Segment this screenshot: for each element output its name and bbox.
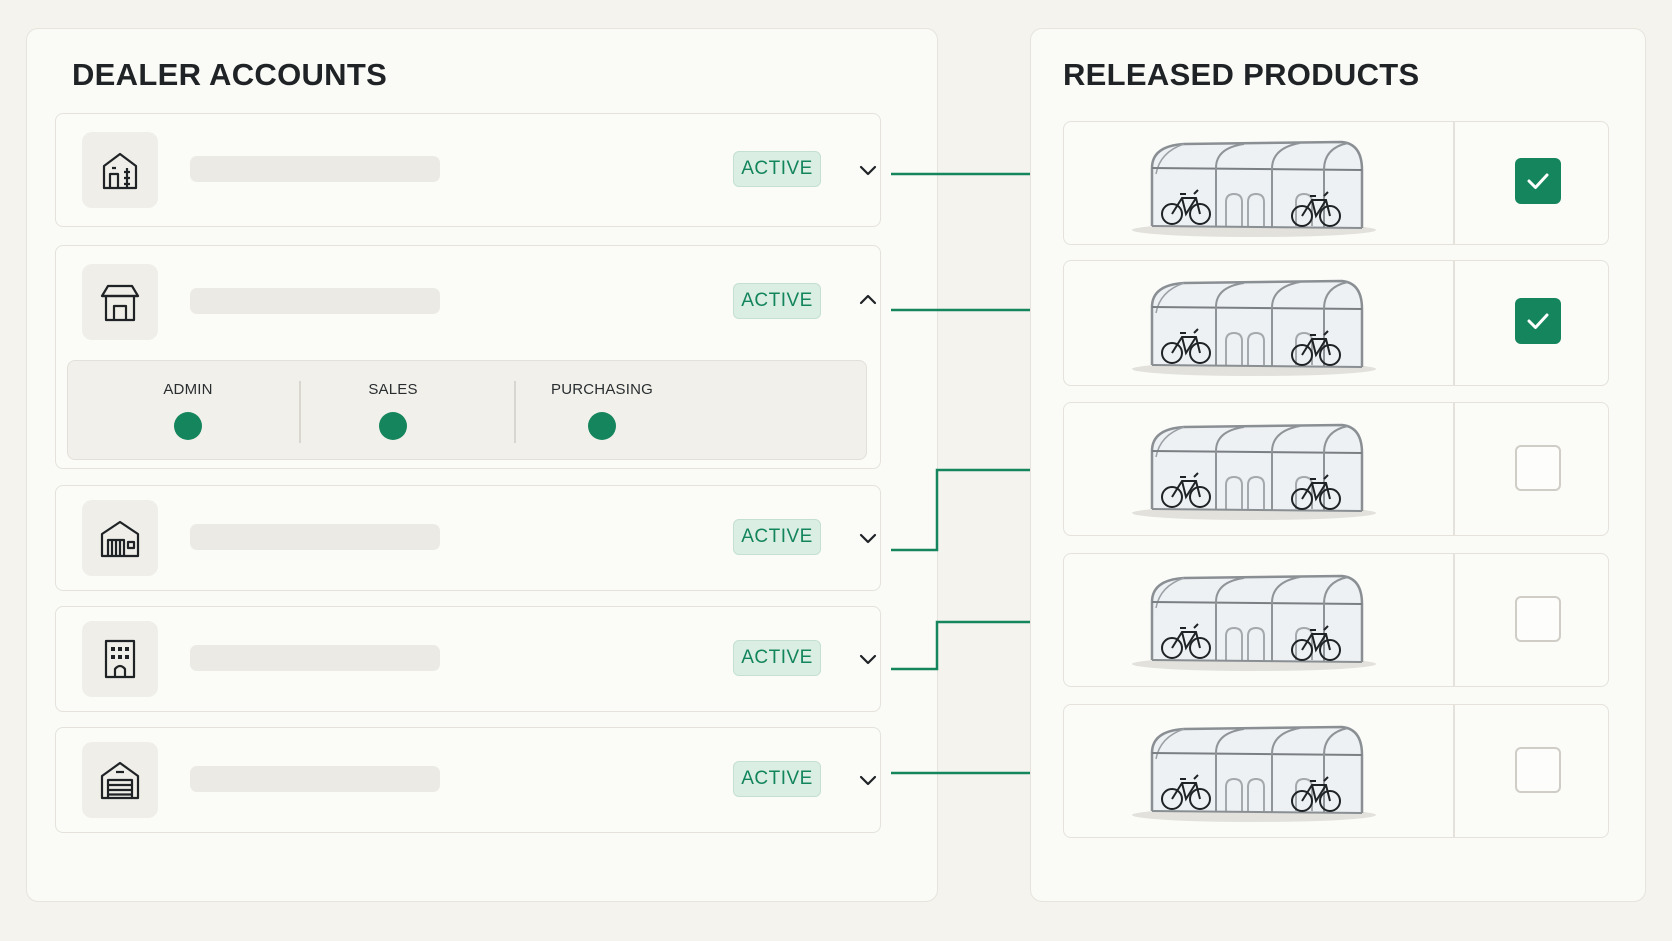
role-label: ADMIN	[163, 381, 213, 398]
dealer-row-4[interactable]: ACTIVE	[55, 606, 881, 712]
dealer-name-placeholder	[190, 524, 440, 550]
chevron-down-icon[interactable]	[856, 158, 880, 182]
product-divider	[1453, 122, 1455, 244]
role-enabled-indicator[interactable]	[588, 412, 616, 440]
product-divider	[1453, 261, 1455, 385]
role-divider	[299, 381, 301, 443]
role-enabled-indicator[interactable]	[174, 412, 202, 440]
release-checkbox-unchecked[interactable]	[1515, 596, 1561, 642]
status-badge: ACTIVE	[733, 519, 821, 555]
product-divider	[1453, 705, 1455, 837]
dealer-accounts-panel: DEALER ACCOUNTS ACTIVE ACTIVE ADMIN SALE…	[26, 28, 938, 902]
dealer-name-placeholder	[190, 288, 440, 314]
role-enabled-indicator[interactable]	[379, 412, 407, 440]
product-row-1[interactable]	[1063, 121, 1609, 245]
released-products-panel: RELEASED PRODUCTS	[1030, 28, 1646, 902]
release-checkbox-unchecked[interactable]	[1515, 747, 1561, 793]
role-purchasing: PURCHASING	[512, 381, 692, 440]
bike-shelter-image	[1124, 719, 1384, 825]
check-icon	[1525, 168, 1551, 194]
dealer-row-3[interactable]: ACTIVE	[55, 485, 881, 591]
release-checkbox-checked[interactable]	[1515, 158, 1561, 204]
product-row-5[interactable]	[1063, 704, 1609, 838]
dealer-name-placeholder	[190, 766, 440, 792]
bike-shelter-image	[1124, 568, 1384, 674]
chevron-up-icon[interactable]	[856, 288, 880, 312]
status-badge: ACTIVE	[733, 761, 821, 797]
office-building-icon	[82, 132, 158, 208]
role-label: PURCHASING	[550, 381, 653, 398]
chevron-down-icon[interactable]	[856, 647, 880, 671]
chevron-down-icon[interactable]	[856, 768, 880, 792]
status-badge: ACTIVE	[733, 151, 821, 187]
garage-icon	[82, 742, 158, 818]
check-icon	[1525, 308, 1551, 334]
release-checkbox-unchecked[interactable]	[1515, 445, 1561, 491]
dealer-name-placeholder	[190, 156, 440, 182]
bike-shelter-image	[1124, 273, 1384, 379]
product-row-3[interactable]	[1063, 402, 1609, 536]
chevron-down-icon[interactable]	[856, 526, 880, 550]
dealer-row-5[interactable]: ACTIVE	[55, 727, 881, 833]
bike-shelter-image	[1124, 417, 1384, 523]
status-badge: ACTIVE	[733, 283, 821, 319]
product-divider	[1453, 403, 1455, 535]
product-divider	[1453, 554, 1455, 686]
apartment-building-icon	[82, 621, 158, 697]
role-admin: ADMIN	[98, 381, 278, 440]
status-badge: ACTIVE	[733, 640, 821, 676]
released-products-title: RELEASED PRODUCTS	[1063, 57, 1420, 92]
dealer-row-2[interactable]: ACTIVE ADMIN SALES PURCHASING	[55, 245, 881, 469]
release-checkbox-checked[interactable]	[1515, 298, 1561, 344]
dealer-name-placeholder	[190, 645, 440, 671]
role-label: SALES	[368, 381, 418, 398]
product-row-2[interactable]	[1063, 260, 1609, 386]
dealer-roles-panel: ADMIN SALES PURCHASING	[67, 360, 867, 460]
role-sales: SALES	[303, 381, 483, 440]
product-row-4[interactable]	[1063, 553, 1609, 687]
warehouse-icon	[82, 500, 158, 576]
dealer-accounts-title: DEALER ACCOUNTS	[72, 57, 388, 92]
bike-shelter-image	[1124, 134, 1384, 240]
dealer-row-1[interactable]: ACTIVE	[55, 113, 881, 227]
storefront-icon	[82, 264, 158, 340]
